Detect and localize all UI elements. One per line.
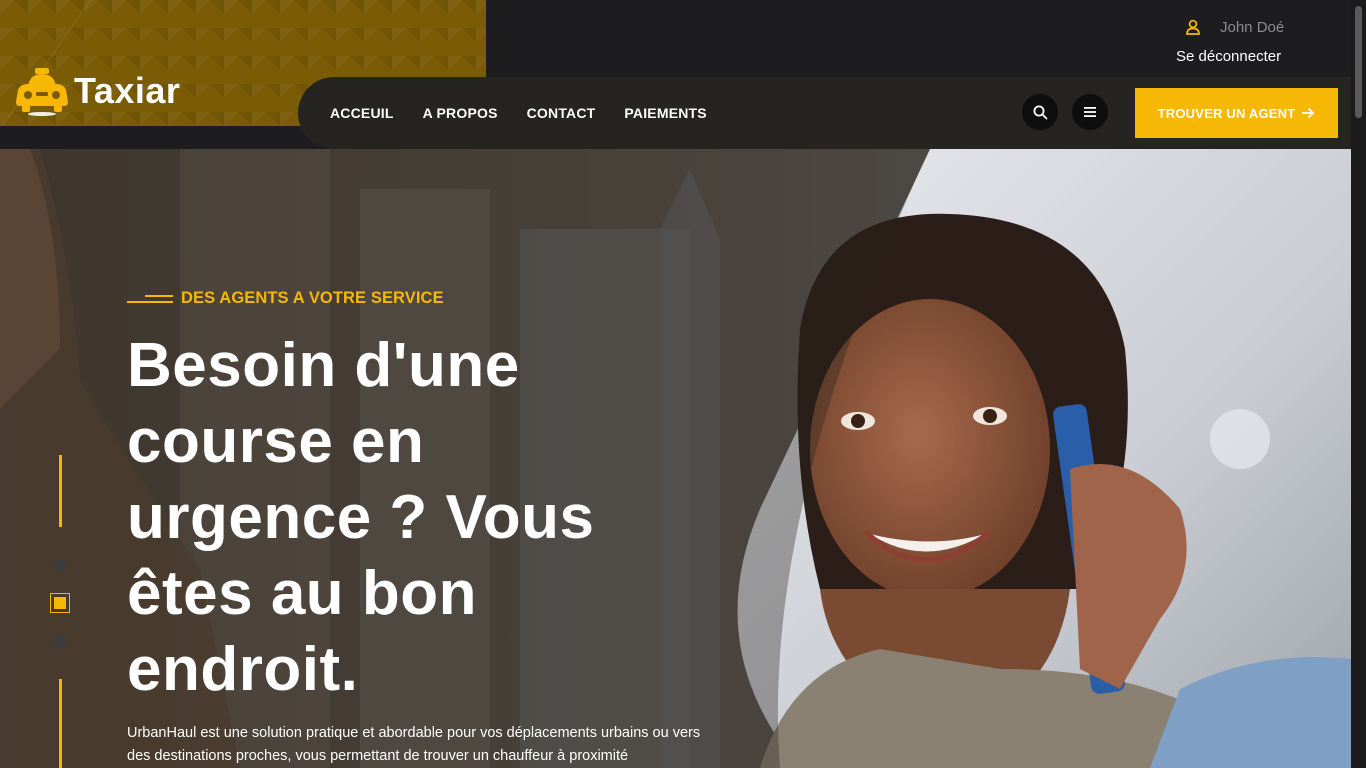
hero-content: DES AGENTS A VOTRE SERVICE Besoin d'une …	[127, 289, 727, 768]
search-icon	[1033, 105, 1047, 119]
search-button[interactable]	[1022, 94, 1058, 130]
nav-item-contact[interactable]: CONTACT	[527, 105, 596, 121]
hero-description: UrbanHaul est une solution pratique et a…	[127, 725, 701, 764]
nav-item-accueil[interactable]: ACCEUIL	[330, 105, 394, 121]
user-menu: John Doé Se déconnecter	[1176, 14, 1336, 66]
user-icon	[1186, 19, 1200, 35]
decorative-lines-icon	[127, 294, 173, 303]
hamburger-menu-icon	[1084, 107, 1096, 117]
taxi-car-icon	[16, 68, 68, 116]
slider-progress-top	[59, 455, 62, 527]
brand-logo[interactable]: Taxiar	[14, 64, 180, 118]
slider-progress-bottom	[59, 679, 62, 768]
brand-name: Taxiar	[74, 70, 181, 111]
arrow-right-icon	[1302, 107, 1315, 119]
nav-links: ACCEUIL A PROPOS CONTACT PAIEMENTS	[330, 77, 736, 149]
page-scrollbar[interactable]	[1351, 0, 1366, 768]
logout-link[interactable]: Se déconnecter	[1176, 48, 1336, 65]
slider-dot-2[interactable]	[50, 593, 70, 613]
slider-dot-1[interactable]	[54, 559, 66, 571]
hero-subtitle: DES AGENTS A VOTRE SERVICE	[181, 289, 444, 307]
nav-item-a-propos[interactable]: A PROPOS	[423, 105, 498, 121]
find-agent-button[interactable]: TROUVER UN AGENT	[1135, 88, 1338, 138]
nav-item-paiements[interactable]: PAIEMENTS	[624, 105, 706, 121]
hero-section: DES AGENTS A VOTRE SERVICE Besoin d'une …	[0, 149, 1351, 768]
find-agent-label: TROUVER UN AGENT	[1157, 105, 1296, 121]
scrollbar-thumb[interactable]	[1355, 6, 1362, 118]
main-navbar: ACCEUIL A PROPOS CONTACT PAIEMENTS TROUV…	[298, 77, 1351, 149]
menu-button[interactable]	[1072, 94, 1108, 130]
hero-headline: Besoin d'une course en urgence ? Vous êt…	[127, 331, 595, 704]
slider-dot-3[interactable]	[54, 635, 66, 647]
page: Taxiar John Doé Se déconnecter ACCEUIL A…	[0, 0, 1351, 768]
user-name[interactable]: John Doé	[1220, 19, 1284, 36]
